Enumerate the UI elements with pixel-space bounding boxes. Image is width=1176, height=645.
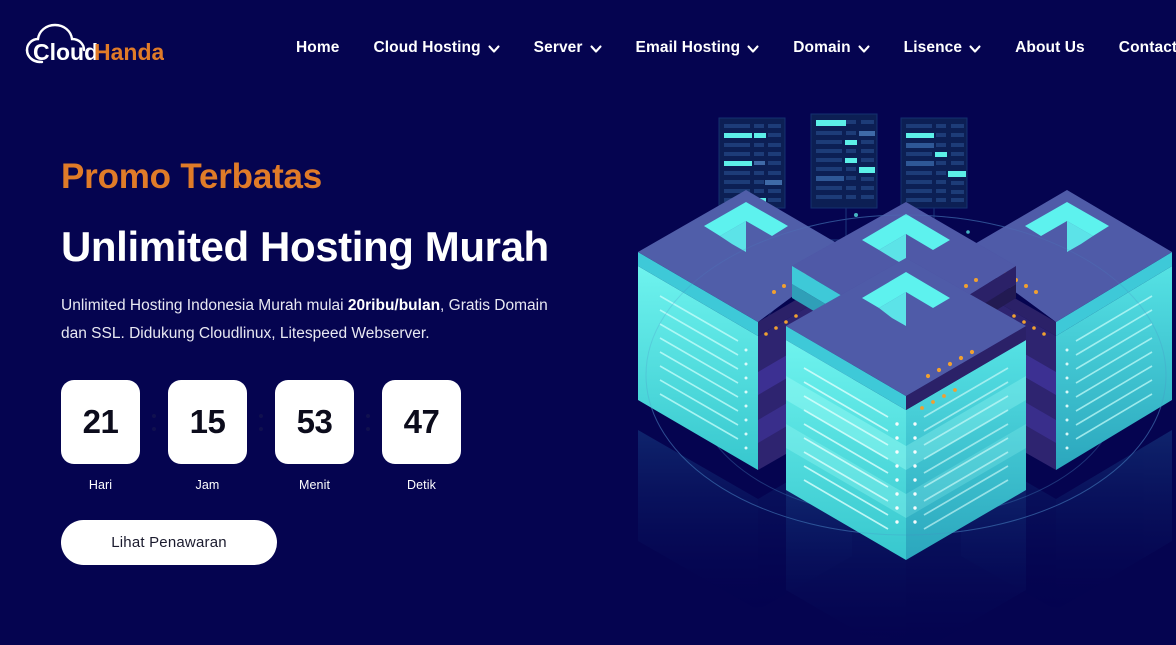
hero-content: Promo Terbatas Unlimited Hosting Murah U… [61, 157, 601, 349]
hero-price-highlight: 20ribu/bulan [347, 296, 441, 314]
countdown-label: Menit [298, 478, 331, 492]
hero-eyebrow: Promo Terbatas [61, 157, 323, 196]
promo-countdown-timer: 21 Hari 15 Jam 53 Menit 47 Detik [61, 380, 461, 492]
nav-label: Cloud Hosting [373, 39, 481, 56]
main-navigation: Home Cloud Hosting Server Email Hosting [296, 0, 1176, 96]
site-header: Cloud Handal Home Cloud Hosting Server E… [0, 0, 1176, 96]
nav-item-home[interactable]: Home [296, 31, 339, 65]
separator-dot [152, 426, 156, 431]
chevron-down-icon [858, 43, 870, 55]
countdown-separator [354, 380, 382, 464]
nav-item-contact[interactable]: Contact [1119, 31, 1176, 65]
chevron-down-icon [488, 43, 500, 55]
nav-item-about-us[interactable]: About Us [1015, 31, 1085, 65]
nav-label: Lisence [903, 39, 963, 56]
hero-page: Cloud Handal Home Cloud Hosting Server E… [0, 0, 1176, 645]
countdown-label: Detik [407, 478, 436, 492]
chevron-down-icon [969, 43, 981, 55]
countdown-separator [247, 380, 275, 464]
countdown-unit-minutes: 53 Menit [275, 380, 354, 492]
isometric-server-illustration [616, 0, 1176, 645]
countdown-unit-hours: 15 Jam [168, 380, 247, 492]
nav-label: Contact [1118, 39, 1176, 56]
countdown-box: 21 [61, 380, 140, 464]
separator-dot [259, 413, 263, 418]
separator-dot [366, 426, 370, 431]
separator-dot [366, 413, 370, 418]
brand-logo[interactable]: Cloud Handal [24, 20, 164, 76]
nav-item-lisence[interactable]: Lisence [904, 31, 981, 65]
nav-item-cloud-hosting[interactable]: Cloud Hosting [373, 31, 500, 65]
countdown-box: 53 [275, 380, 354, 464]
nav-item-email-hosting[interactable]: Email Hosting [636, 31, 760, 65]
nav-label: Email Hosting [635, 39, 741, 56]
page-title: Unlimited Hosting Murah [61, 222, 549, 270]
hero-description-part1: Unlimited Hosting Indonesia Murah mulai [61, 296, 348, 314]
countdown-unit-days: 21 Hari [61, 380, 140, 492]
nav-label: About Us [1015, 39, 1085, 56]
countdown-value: 21 [82, 403, 119, 440]
nav-label: Server [533, 39, 583, 56]
countdown-label: Hari [88, 478, 113, 492]
separator-dot [152, 413, 156, 418]
countdown-box: 47 [382, 380, 461, 464]
view-offers-button[interactable]: Lihat Penawaran [61, 520, 277, 565]
countdown-unit-seconds: 47 Detik [382, 380, 461, 492]
hero-description: Unlimited Hosting Indonesia Murah mulai … [61, 292, 566, 349]
nav-label: Domain [793, 39, 851, 56]
chevron-down-icon [747, 43, 759, 55]
brand-name-accent: Handal [94, 39, 164, 65]
countdown-box: 15 [168, 380, 247, 464]
nav-item-server[interactable]: Server [534, 31, 602, 65]
countdown-label: Jam [195, 478, 220, 492]
nav-label: Home [296, 39, 340, 56]
countdown-value: 53 [296, 403, 333, 440]
countdown-value: 47 [403, 403, 440, 440]
brand-name-primary: Cloud [33, 39, 98, 65]
separator-dot [259, 426, 263, 431]
countdown-separator [140, 380, 168, 464]
chevron-down-icon [589, 43, 602, 55]
nav-item-domain[interactable]: Domain [793, 31, 870, 65]
countdown-value: 15 [189, 403, 226, 440]
